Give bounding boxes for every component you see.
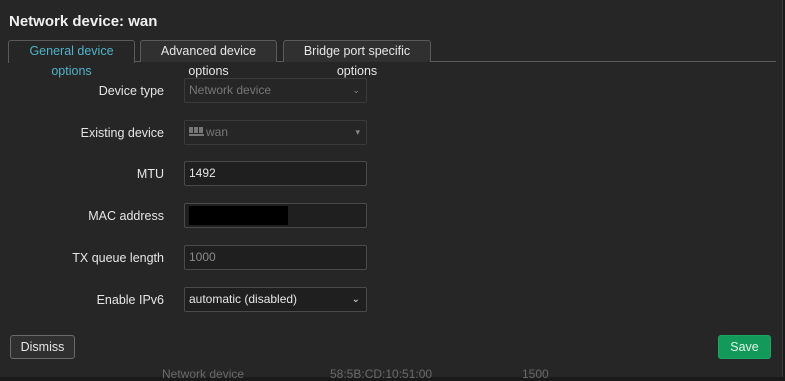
background-row-type: Network device	[162, 367, 245, 381]
mac-address-label: MAC address	[88, 209, 164, 223]
mac-address-input[interactable]	[184, 203, 367, 228]
tab-bridge-port-options[interactable]: Bridge port specific options	[283, 40, 431, 78]
tab-advanced-device-options[interactable]: Advanced device options	[140, 40, 277, 78]
tx-queue-length-input[interactable]: 1000	[184, 245, 367, 270]
chevron-down-icon: ⌄	[352, 85, 360, 95]
existing-device-label: Existing device	[80, 126, 164, 140]
existing-device-value: wan	[206, 125, 229, 139]
enable-ipv6-label: Enable IPv6	[96, 293, 164, 307]
device-type-value: Network device	[189, 83, 272, 97]
tx-queue-length-placeholder: 1000	[189, 250, 216, 264]
tab-general-device-options[interactable]: General device options	[8, 40, 135, 78]
enable-ipv6-select[interactable]: automatic (disabled) ⌄	[184, 287, 367, 312]
tx-queue-length-label: TX queue length	[72, 251, 164, 265]
dismiss-button[interactable]: Dismiss	[10, 335, 75, 359]
device-type-label: Device type	[98, 84, 164, 98]
background-row-mtu: 1500	[522, 367, 549, 381]
redacted-mac-value	[189, 206, 288, 225]
network-port-icon	[189, 127, 204, 137]
existing-device-select[interactable]: wan ▾	[184, 120, 367, 145]
enable-ipv6-value: automatic (disabled)	[189, 292, 298, 306]
mtu-input[interactable]: 1492	[184, 161, 367, 186]
chevron-down-icon: ⌄	[351, 294, 360, 305]
dialog-title: Network device: wan	[9, 13, 158, 30]
mtu-value: 1492	[189, 166, 216, 180]
background-row-mac: 58:5B:CD:10:51:00	[330, 367, 433, 381]
network-device-dialog: Network device: wan General device optio…	[0, 0, 783, 381]
caret-down-icon: ▾	[355, 127, 360, 137]
save-button[interactable]: Save	[718, 335, 771, 359]
tab-bar: General device options Advanced device o…	[8, 40, 776, 78]
device-type-select[interactable]: Network device ⌄	[184, 78, 367, 103]
mtu-label: MTU	[136, 167, 164, 181]
